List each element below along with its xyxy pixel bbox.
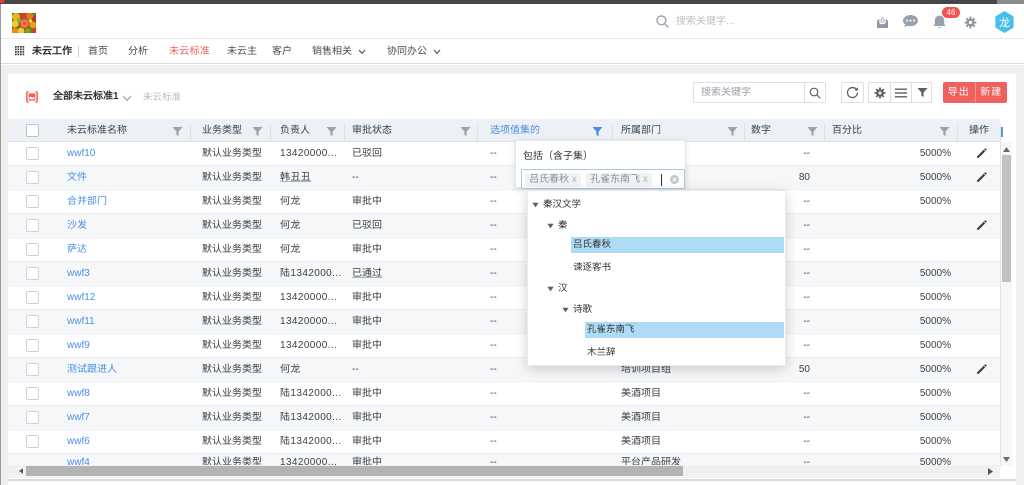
svg-text:龙: 龙 (999, 14, 1010, 30)
